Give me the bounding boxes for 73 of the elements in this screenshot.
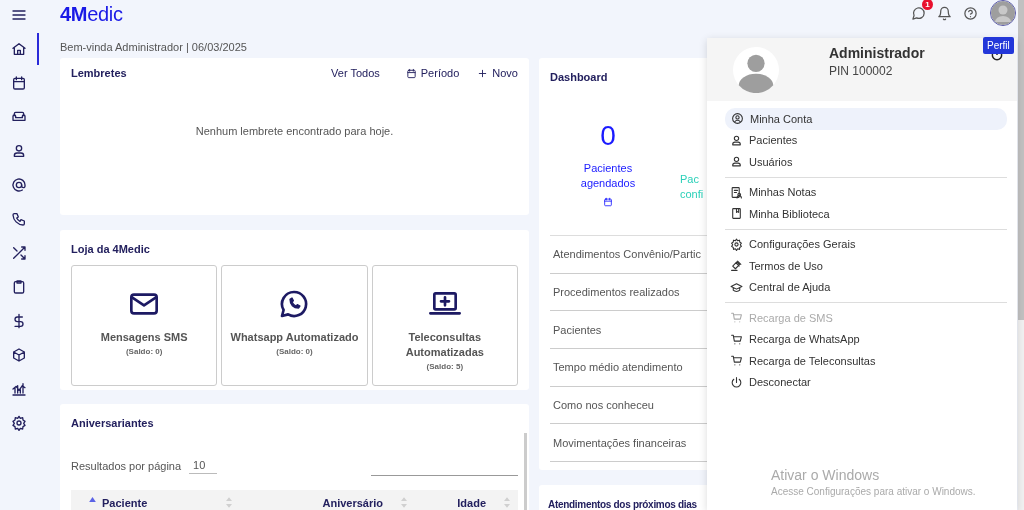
menu-item[interactable]: Recarga de Teleconsultas	[725, 350, 1007, 372]
menu-item[interactable]: Minhas Notas	[725, 181, 1007, 203]
chart-icon	[11, 381, 27, 397]
column-header[interactable]: Idade	[415, 490, 518, 510]
phone-icon	[11, 211, 27, 227]
user-pin: PIN 100002	[829, 64, 894, 78]
chat-icon	[910, 5, 926, 21]
card-title: Aniversariantes	[71, 417, 154, 429]
calendar-icon	[405, 67, 417, 79]
cart-icon	[730, 311, 743, 325]
at-icon	[11, 177, 27, 193]
sort-icon	[226, 497, 232, 508]
store-tile[interactable]: Mensagens SMS (Saldo: 0)	[71, 265, 218, 386]
card-title: Atendimentos dos próximos dias	[548, 499, 697, 510]
store-tile[interactable]: Whatsapp Automatizado (Saldo: 0)	[221, 265, 368, 386]
book-icon	[730, 207, 743, 221]
period-button[interactable]: Período	[405, 67, 460, 79]
page-size-label: Resultados por página	[71, 459, 182, 472]
menu-item[interactable]: Central de Ajuda	[725, 276, 1007, 298]
welcome-text: Bem-vinda Administrador | 06/03/2025	[60, 40, 247, 55]
avatar-placeholder	[733, 46, 779, 93]
logo: 4Medic	[60, 2, 123, 26]
sort-icon	[401, 497, 407, 508]
menu-item[interactable]: Minha Conta	[725, 108, 1007, 130]
new-button[interactable]: Novo	[477, 67, 518, 79]
home-icon	[11, 41, 27, 57]
tooltip: Perfil	[983, 37, 1014, 54]
gear-icon	[11, 415, 27, 431]
power-icon	[730, 375, 743, 389]
account-icon	[731, 112, 744, 126]
menu-icon	[11, 7, 27, 23]
user-name: Administrador	[829, 45, 925, 61]
dollar-icon	[11, 313, 27, 329]
card-title: Dashboard	[550, 71, 608, 83]
notes-icon	[730, 185, 743, 199]
empty-message: Nenhum lembrete encontrado para hoje.	[194, 125, 395, 137]
activation-text: Acesse Configurações para ativar o Windows.	[771, 486, 977, 497]
stat-value: 0	[600, 119, 616, 153]
user-icon	[11, 143, 27, 159]
column-header[interactable]: Aniversário	[240, 490, 415, 510]
menu-item[interactable]: Recarga de WhatsApp	[725, 328, 1007, 350]
help-icon	[962, 5, 978, 21]
menu-item[interactable]: Usuários	[725, 151, 1007, 173]
menu-item[interactable]: Minha Biblioteca	[725, 203, 1007, 225]
menu-item[interactable]: Desconectar	[725, 371, 1007, 393]
store-tile[interactable]: Teleconsultas Automatizadas (Saldo: 5)	[371, 265, 518, 386]
cart-icon	[730, 354, 743, 368]
card-title: Loja da 4Medic	[71, 243, 150, 255]
sort-icon	[504, 497, 510, 508]
plus-icon	[477, 67, 489, 79]
stat-label: Pacientes agendados	[579, 161, 637, 191]
shuffle-icon	[11, 245, 27, 261]
calendar-icon	[11, 75, 27, 91]
menu-item[interactable]: Termos de Uso	[725, 255, 1007, 277]
cap-icon	[730, 280, 743, 294]
column-header[interactable]: Paciente	[71, 490, 240, 510]
gear-icon	[730, 237, 743, 251]
stat-label: Pac confi	[680, 172, 704, 202]
card-title: Lembretes	[71, 67, 127, 79]
box-icon	[11, 347, 27, 363]
menu-item[interactable]: Configurações Gerais	[725, 233, 1007, 255]
calendar-icon	[603, 197, 613, 207]
menu-item[interactable]: Pacientes	[725, 129, 1007, 151]
activation-title: Ativar o Windows	[771, 467, 881, 483]
profile-avatar[interactable]	[990, 0, 1016, 26]
user-icon	[730, 133, 743, 147]
user-icon	[730, 155, 743, 169]
page-size-select[interactable]: 10	[189, 457, 218, 474]
bell-icon	[936, 5, 952, 21]
clipboard-icon	[11, 279, 27, 295]
view-all-link[interactable]: Ver Todos	[331, 67, 380, 79]
notification-badge: 1	[922, 0, 933, 10]
cart-icon	[730, 332, 743, 346]
